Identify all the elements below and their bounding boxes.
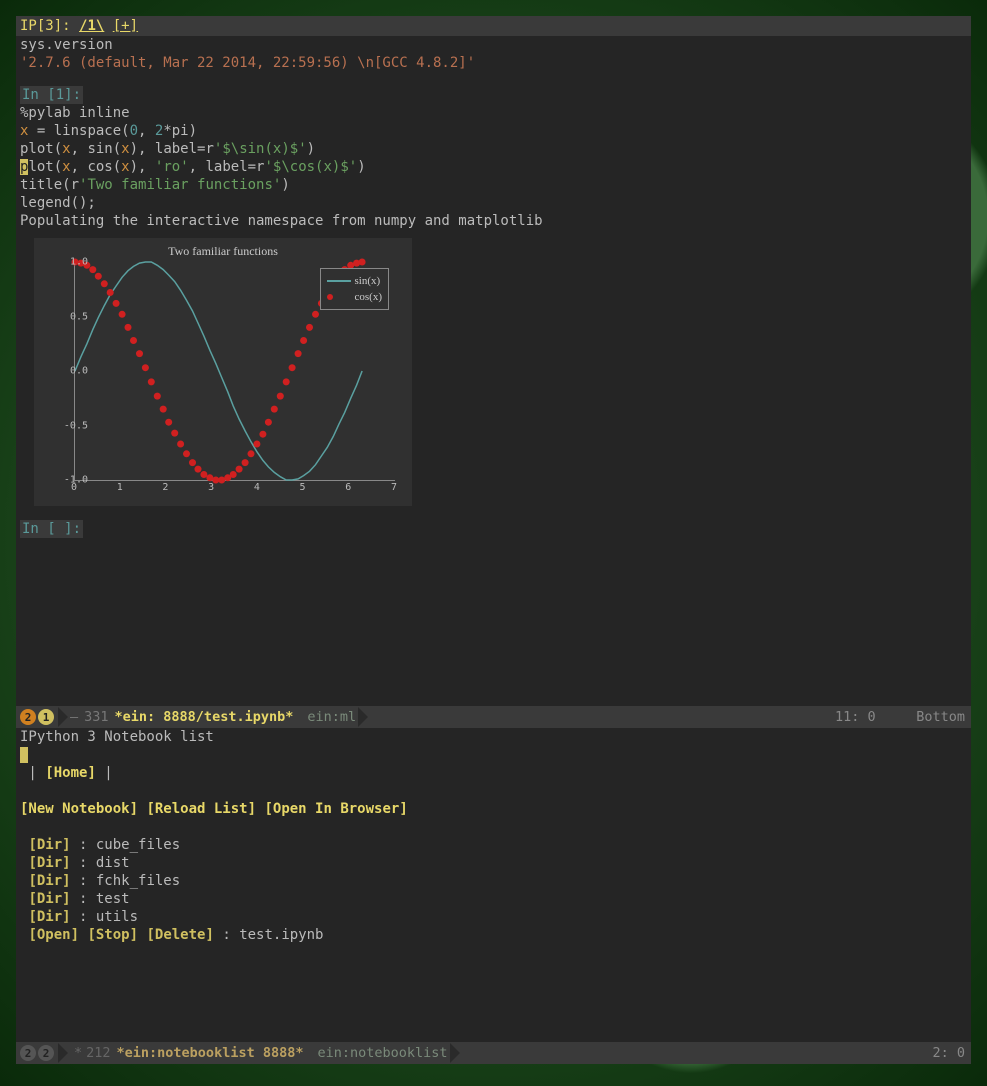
- window-badge: 2: [38, 1045, 54, 1061]
- new-notebook-button[interactable]: [New Notebook]: [20, 801, 138, 817]
- scroll-position: Bottom: [916, 709, 965, 725]
- major-mode: ein:ml: [307, 709, 356, 725]
- nblist-title: IPython 3 Notebook list: [20, 729, 214, 745]
- tab-current[interactable]: /1\: [79, 18, 104, 34]
- legend-label: cos(x): [355, 291, 383, 303]
- notebook-pane: IP[3]: /1\ [+] sys.version '2.7.6 (defau…: [16, 16, 971, 706]
- window-badge: 2: [20, 709, 36, 725]
- home-link[interactable]: [Home]: [45, 765, 96, 781]
- empty-cell[interactable]: In [ ]:: [16, 520, 971, 538]
- output-text: Populating the interactive namespace fro…: [20, 213, 543, 229]
- open-button[interactable]: [Open]: [28, 927, 79, 943]
- dir-button[interactable]: [Dir]: [28, 873, 70, 889]
- plot-output: Two familiar functions sin(x) cos(x) -1.…: [34, 238, 412, 506]
- tab-add[interactable]: [+]: [113, 18, 138, 34]
- tab-bar: IP[3]: /1\ [+]: [16, 16, 971, 36]
- code-line: %pylab inline: [20, 105, 130, 121]
- notebooklist-pane: IPython 3 Notebook list | [Home] | [New …: [16, 728, 971, 1042]
- major-mode: ein:notebooklist: [317, 1045, 447, 1061]
- window-badge: 2: [20, 1045, 36, 1061]
- window-badge: 1: [38, 709, 54, 725]
- open-browser-button[interactable]: [Open In Browser]: [264, 801, 407, 817]
- output-sysversion: sys.version '2.7.6 (default, Mar 22 2014…: [16, 36, 971, 72]
- output-string: '2.7.6 (default, Mar 22 2014, 22:59:56) …: [20, 55, 475, 71]
- in-prompt: In [1]:: [20, 86, 83, 104]
- dir-button[interactable]: [Dir]: [28, 891, 70, 907]
- legend-line-icon: [327, 280, 351, 282]
- ip-indicator: IP[3]:: [20, 18, 71, 34]
- cell-1[interactable]: In [1]: %pylab inline x = linspace(0, 2*…: [16, 86, 971, 230]
- legend-label: sin(x): [355, 275, 381, 287]
- line-number: 331: [84, 709, 108, 725]
- buffer-name: *ein: 8888/test.ipynb*: [115, 709, 294, 725]
- stop-button[interactable]: [Stop]: [87, 927, 138, 943]
- buffer-name: *ein:notebooklist 8888*: [117, 1045, 304, 1061]
- delete-button[interactable]: [Delete]: [146, 927, 213, 943]
- modeline-top: 2 1 — 331 *ein: 8888/test.ipynb* ein:ml …: [16, 706, 971, 728]
- cursor-position: 11: 0: [835, 709, 876, 725]
- legend-dot-icon: [327, 294, 333, 300]
- line-number: 212: [86, 1045, 110, 1061]
- plot-area: sin(x) cos(x): [74, 262, 395, 481]
- file-name: test.ipynb: [239, 927, 323, 943]
- dir-button[interactable]: [Dir]: [28, 855, 70, 871]
- cursor: [20, 747, 28, 763]
- modeline-bottom: 2 2 * 212 *ein:notebooklist 8888* ein:no…: [16, 1042, 971, 1064]
- in-prompt-empty: In [ ]:: [20, 520, 83, 538]
- chart-title: Two familiar functions: [34, 238, 412, 259]
- code-text: sys.version: [20, 37, 113, 53]
- reload-list-button[interactable]: [Reload List]: [146, 801, 256, 817]
- legend: sin(x) cos(x): [320, 268, 390, 310]
- nblist-content: IPython 3 Notebook list | [Home] | [New …: [16, 728, 971, 944]
- cursor-position: 2: 0: [932, 1045, 965, 1061]
- dir-button[interactable]: [Dir]: [28, 909, 70, 925]
- dir-button[interactable]: [Dir]: [28, 837, 70, 853]
